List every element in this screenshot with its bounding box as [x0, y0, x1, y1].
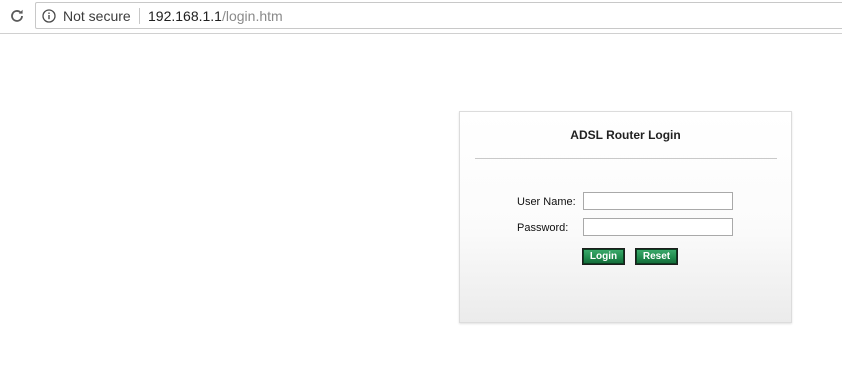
url-host: 192.168.1.1	[148, 8, 222, 24]
password-input[interactable]	[583, 218, 733, 236]
reload-icon	[11, 9, 23, 22]
username-input[interactable]	[583, 192, 733, 210]
title-divider	[475, 158, 777, 159]
username-label: User Name:	[517, 196, 576, 208]
password-label: Password:	[517, 222, 569, 234]
login-title: ADSL Router Login	[570, 128, 681, 142]
url-path: /login.htm	[221, 8, 283, 24]
url-text[interactable]: 192.168.1.1/login.htm	[148, 8, 283, 24]
reload-button[interactable]	[6, 5, 28, 27]
info-icon	[42, 9, 56, 23]
site-info-button[interactable]	[41, 8, 57, 24]
reset-button[interactable]: Reset	[635, 248, 678, 265]
address-bar[interactable]: Not secure 192.168.1.1/login.htm	[35, 2, 842, 29]
security-label[interactable]: Not secure	[63, 8, 131, 24]
login-button[interactable]: Login	[582, 248, 625, 265]
browser-toolbar: Not secure 192.168.1.1/login.htm	[0, 0, 842, 34]
omnibox-divider	[139, 8, 140, 24]
login-panel: ADSL Router Login User Name: Password: L…	[459, 111, 792, 323]
